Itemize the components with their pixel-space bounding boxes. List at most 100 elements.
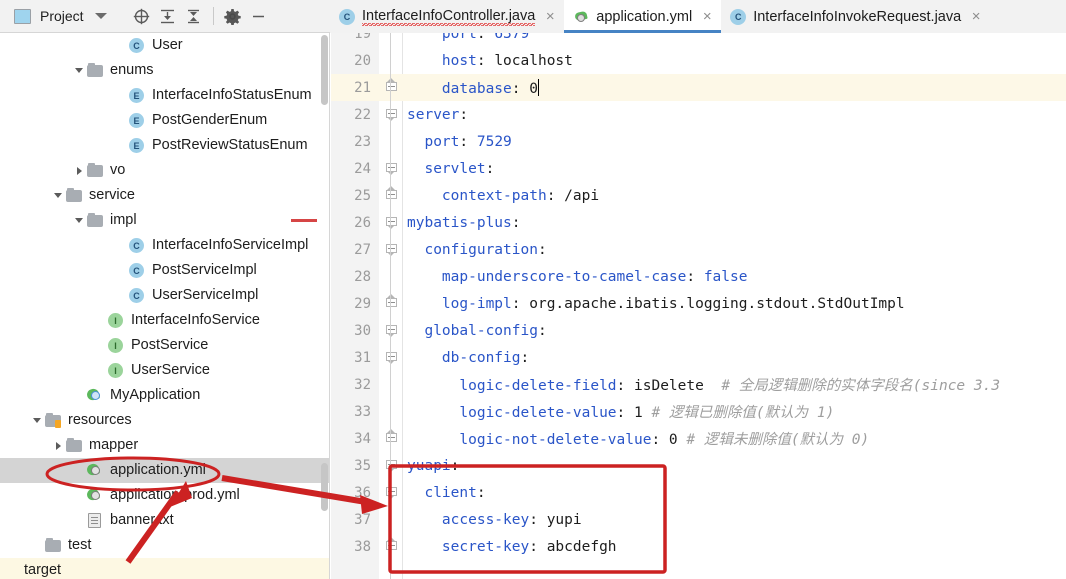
editor-line-29[interactable]: 29 log-impl: org.apache.ibatis.logging.s… [331,290,1066,317]
fold-marker[interactable] [379,74,403,101]
tree-item-impl[interactable]: impl [0,208,329,233]
close-icon[interactable]: × [543,9,557,24]
tree-item-myapplication[interactable]: MyApplication [0,383,329,408]
tree-item-user[interactable]: C User [0,33,329,58]
tree-item-mapper[interactable]: mapper [0,433,329,458]
java-class-icon: C [129,37,146,54]
editor-line-31[interactable]: 31 db-config: [331,344,1066,371]
fold-marker[interactable] [379,236,403,263]
tree-item-postserviceimpl[interactable]: C PostServiceImpl [0,258,329,283]
line-number: 20 [354,52,371,69]
sidebar-scrollbar-thumb-lower[interactable] [321,463,328,511]
tree-item-service[interactable]: service [0,183,329,208]
chevron-down-icon[interactable] [71,213,87,229]
fold-marker[interactable] [379,209,403,236]
gear-icon[interactable] [220,4,246,28]
project-window-icon [14,8,31,24]
fold-marker[interactable] [379,398,403,425]
fold-marker[interactable] [379,425,403,452]
fold-marker[interactable] [379,317,403,344]
tree-item-banner-txt[interactable]: banner.txt [0,508,329,533]
line-number: 30 [354,322,371,339]
tree-item-label: resources [68,412,132,429]
fold-marker[interactable] [379,33,403,47]
chevron-down-icon[interactable] [29,413,45,429]
editor-line-35[interactable]: 35 yuapi: [331,452,1066,479]
fold-marker[interactable] [379,506,403,533]
fold-marker[interactable] [379,155,403,182]
spring-yaml-icon [573,9,589,25]
hide-panel-icon[interactable] [246,4,272,28]
tree-item-application-yml[interactable]: application.yml [0,458,329,483]
project-panel-title[interactable]: Project [40,8,84,24]
text-file-icon [87,512,104,529]
editor-line-27[interactable]: 27 configuration: [331,236,1066,263]
close-icon[interactable]: × [700,9,714,24]
tree-item-userserviceimpl[interactable]: C UserServiceImpl [0,283,329,308]
chevron-down-icon[interactable] [71,63,87,79]
tree-item-enums[interactable]: enums [0,58,329,83]
fold-marker[interactable] [379,479,403,506]
editor-line-36[interactable]: 36 client: [331,479,1066,506]
tree-item-postservice[interactable]: I PostService [0,333,329,358]
fold-marker[interactable] [379,533,403,560]
code-text: logic-delete-field: isDelete # 全局逻辑删除的实体… [459,378,1001,394]
tree-item-label: InterfaceInfoService [131,312,260,329]
expand-all-icon[interactable] [155,4,181,28]
fold-marker[interactable] [379,452,403,479]
tree-item-test[interactable]: test [0,533,329,558]
editor-line-25[interactable]: 25 context-path: /api [331,182,1066,209]
tree-item-postgenderenum[interactable]: E PostGenderEnum [0,108,329,133]
editor-line-32[interactable]: 32 logic-delete-field: isDelete # 全局逻辑删除… [331,371,1066,398]
tree-item-application-prod-yml[interactable]: application-prod.yml [0,483,329,508]
editor-line-33[interactable]: 33 logic-delete-value: 1 # 逻辑已删除值(默认为 1) [331,398,1066,425]
editor-line-28[interactable]: 28 map-underscore-to-camel-case: false [331,263,1066,290]
editor-line-26[interactable]: 26 mybatis-plus: [331,209,1066,236]
editor-line-20[interactable]: 20 host: localhost [331,47,1066,74]
tree-item-vo[interactable]: vo [0,158,329,183]
tree-item-resources[interactable]: resources [0,408,329,433]
editor-line-30[interactable]: 30 global-config: [331,317,1066,344]
code-editor[interactable]: 19 port: 6379 20 host: localhost 21 databa… [331,33,1066,579]
editor-line-34[interactable]: 34 logic-not-delete-value: 0 # 逻辑未删除值(默认… [331,425,1066,452]
tab-interfaceinfocontroller[interactable]: C InterfaceInfoController.java × [330,0,564,33]
editor-line-19[interactable]: 19 port: 6379 [331,33,1066,47]
collapse-all-icon[interactable] [181,4,207,28]
locate-target-icon[interactable] [129,4,155,28]
fold-marker[interactable] [379,128,403,155]
tab-interfaceinfoinvokerequest[interactable]: C InterfaceInfoInvokeRequest.java × [721,0,990,33]
editor-line-37[interactable]: 37 access-key: yupi [331,506,1066,533]
sidebar-scrollbar-thumb[interactable] [321,35,328,105]
close-icon[interactable]: × [969,9,983,24]
editor-line-21[interactable]: 21 database: 0 [331,74,1066,101]
tree-item-userservice[interactable]: I UserService [0,358,329,383]
tree-item-target[interactable]: target [0,558,329,579]
chevron-right-icon[interactable] [50,438,66,454]
editor-line-22[interactable]: 22 server: [331,101,1066,128]
fold-marker[interactable] [379,182,403,209]
fold-marker[interactable] [379,290,403,317]
fold-marker[interactable] [379,47,403,74]
editor-line-38[interactable]: 38 secret-key: abcdefgh [331,533,1066,560]
project-tree-panel[interactable]: C User enums E InterfaceInfoStatusEnum E PostG… [0,33,330,579]
tree-item-interfaceinfoservice[interactable]: I InterfaceInfoService [0,308,329,333]
project-toolbar-left: Project [0,0,330,33]
fold-marker[interactable] [379,101,403,128]
chevron-right-icon[interactable] [71,163,87,179]
chevron-down-icon[interactable] [94,13,107,19]
editor-line-24[interactable]: 24 servlet: [331,155,1066,182]
tree-item-interfaceinfoserviceimpl[interactable]: C InterfaceInfoServiceImpl [0,233,329,258]
chevron-down-icon[interactable] [50,188,66,204]
tab-application-yml[interactable]: application.yml × [564,0,722,33]
editor-line-23[interactable]: 23 port: 7529 [331,128,1066,155]
fold-marker[interactable] [379,263,403,290]
tree-item-interfaceinfostatusenum[interactable]: E InterfaceInfoStatusEnum [0,83,329,108]
fold-marker[interactable] [379,371,403,398]
tree-item-postreviewstatusenum[interactable]: E PostReviewStatusEnum [0,133,329,158]
fold-marker[interactable] [379,344,403,371]
